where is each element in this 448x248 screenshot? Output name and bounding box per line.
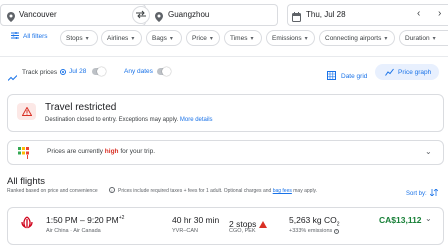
chip-label: Price (192, 34, 207, 42)
next-date-icon[interactable]: › (438, 8, 441, 19)
chevron-down-icon: ▾ (384, 35, 388, 42)
flight-price: CA$13,112 (379, 215, 422, 225)
price-insight-prefix: Prices are currently (47, 148, 105, 155)
flight-emissions: 5,263 kg CO2 (289, 215, 340, 228)
price-insight-suffix: for your trip. (118, 148, 155, 155)
track-date-toggle[interactable]: Jul 28 (60, 67, 107, 76)
flight-airlines: Air China · Air Canada (46, 228, 101, 234)
filter-chip-stops[interactable]: Stops ▾ (60, 30, 98, 46)
date-grid-label: Date grid (341, 72, 368, 80)
bag-fees-link[interactable]: bag fees (273, 188, 292, 194)
track-prices-label: Track prices (22, 69, 58, 76)
emissions-value: 5,263 kg CO (289, 215, 337, 225)
warning-icon (21, 103, 32, 121)
price-graph-icon (385, 63, 394, 81)
sort-icon (429, 188, 438, 198)
date-grid-button[interactable]: Date grid (327, 67, 367, 85)
calendar-icon (292, 9, 301, 27)
chip-label: Emissions (272, 34, 302, 42)
emissions-subscript: 2 (336, 221, 340, 228)
chip-label: Duration (405, 34, 430, 42)
restriction-title: Travel restricted (45, 102, 117, 113)
chip-label: Airlines (107, 34, 129, 42)
travel-restriction-card (7, 94, 444, 132)
emissions-delta: +333% emissions i (289, 228, 340, 234)
emissions-delta-text: +333% emissions (289, 228, 333, 234)
results-heading: All flights (7, 176, 46, 187)
filter-chip-emissions[interactable]: Emissions ▾ (266, 30, 315, 46)
filter-icon (11, 32, 19, 41)
destination-pin-icon (155, 9, 163, 27)
origin-text: Vancouver (19, 10, 57, 19)
departure-date-text: Thu, Jul 28 (306, 10, 346, 19)
price-insight-text: Prices are currently high for your trip. (47, 148, 155, 155)
chip-label: Times (230, 34, 248, 42)
flight-times: 1:50 PM – 9:20 PM+2 (46, 215, 124, 225)
chip-label: Stops (66, 34, 83, 42)
stop-airports: CGO, PEK (229, 228, 256, 234)
track-date-label: Jul 28 (69, 68, 87, 75)
chevron-down-icon: ▾ (131, 35, 135, 42)
flight-result-card[interactable] (7, 207, 444, 245)
sort-by-button[interactable]: Sort by: (406, 188, 438, 198)
origin-pin-icon (7, 9, 15, 27)
price-graph-label: Price graph (398, 68, 432, 76)
chevron-down-icon: ▾ (169, 35, 173, 42)
filter-chip-price[interactable]: Price ▾ (186, 30, 220, 46)
warning-icon-badge (17, 103, 36, 120)
ranked-note: Ranked based on price and convenience (7, 188, 98, 194)
expand-insight-chevron-icon[interactable]: ⌄ (425, 147, 432, 156)
restriction-message: Destination closed to entry. Exceptions … (45, 117, 179, 123)
price-disclaimer-pre: Prices include required taxes + fees for… (118, 188, 273, 194)
filter-chip-bags[interactable]: Bags ▾ (146, 30, 182, 46)
price-insight-icon (18, 146, 33, 164)
destination-text: Guangzhou (168, 10, 210, 19)
sort-by-label: Sort by: (406, 190, 427, 197)
chevron-down-icon: ▾ (250, 35, 254, 42)
all-filters-label: All filters (23, 33, 48, 40)
any-dates-toggle[interactable]: Any dates (124, 67, 171, 76)
restriction-body: Destination closed to entry. Exceptions … (45, 117, 213, 123)
flight-duration: 40 hr 30 min (172, 215, 220, 225)
flight-time-range: 1:50 PM – 9:20 PM (46, 215, 119, 225)
filter-chip-connecting-airports[interactable]: Connecting airports ▾ (319, 30, 395, 46)
expand-flight-chevron-icon[interactable]: ⌄ (425, 214, 432, 223)
trend-icon (7, 68, 18, 86)
all-filters-button[interactable]: All filters (11, 32, 48, 41)
stops-warning-icon (259, 215, 268, 233)
filter-chip-duration[interactable]: Duration ▾ (399, 30, 448, 46)
day-offset: +2 (118, 215, 125, 222)
info-icon[interactable]: i (334, 228, 340, 234)
info-icon[interactable]: i (109, 187, 115, 193)
any-dates-switch[interactable] (156, 67, 171, 76)
chevron-down-icon: ▾ (432, 35, 436, 42)
chip-label: Bags (152, 34, 167, 42)
divider (0, 56, 448, 57)
filter-chip-times[interactable]: Times ▾ (224, 30, 262, 46)
filter-chip-airlines[interactable]: Airlines ▾ (101, 30, 142, 46)
chevron-down-icon: ▾ (209, 35, 213, 42)
previous-date-icon[interactable]: ‹ (417, 8, 420, 19)
more-details-link[interactable]: More details (180, 117, 213, 123)
price-graph-button[interactable]: Price graph (375, 64, 439, 80)
any-dates-label: Any dates (124, 68, 153, 75)
chip-label: Connecting airports (325, 34, 382, 42)
track-date-switch[interactable] (92, 67, 107, 76)
chevron-down-icon: ▾ (85, 35, 89, 42)
flight-route: YVR–CAN (172, 228, 198, 234)
chevron-down-icon: ▾ (304, 35, 308, 42)
radio-dot-icon (60, 68, 66, 75)
price-disclaimer-post: may apply. (291, 188, 318, 194)
price-disclaimer: Prices include required taxes + fees for… (118, 188, 317, 194)
air-china-logo-icon (20, 216, 34, 235)
price-level-high: high (104, 148, 119, 155)
date-grid-icon (327, 67, 336, 85)
